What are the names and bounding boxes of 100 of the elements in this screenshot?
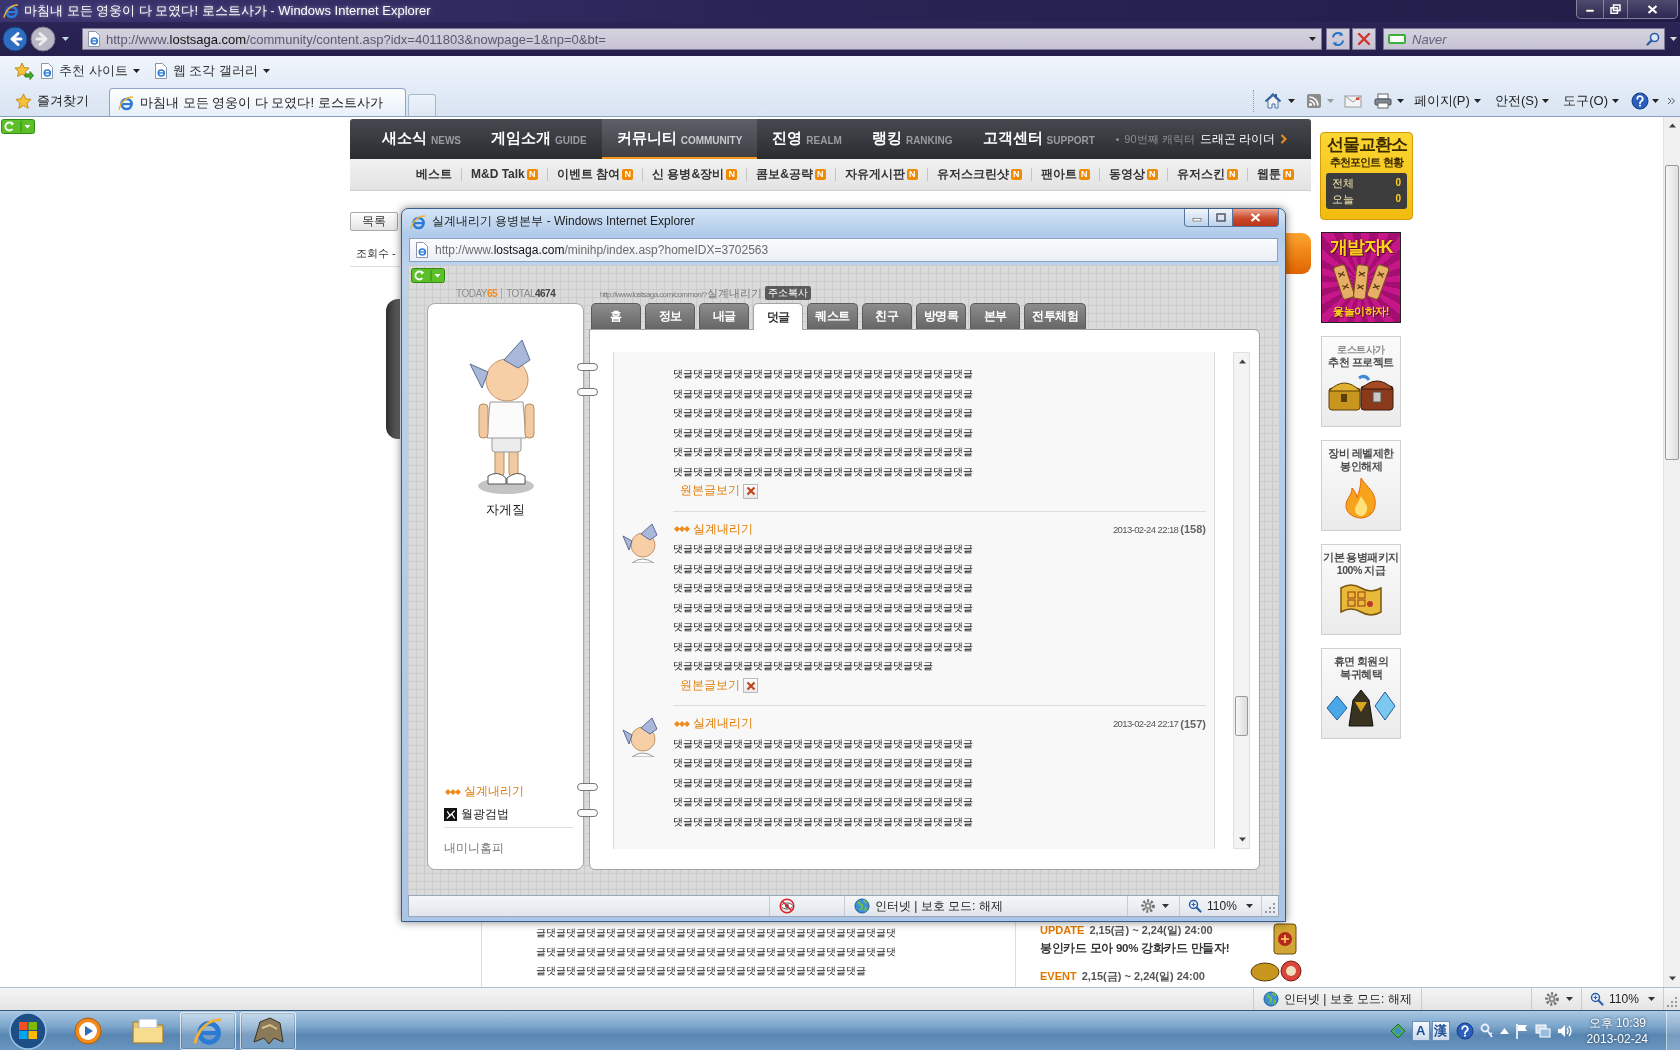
caret-icon[interactable] bbox=[1162, 904, 1169, 908]
start-button[interactable] bbox=[8, 1010, 48, 1050]
board-link[interactable]: 이벤트 참여 N bbox=[546, 168, 643, 181]
tab[interactable]: 본부 bbox=[970, 303, 1020, 329]
tab[interactable]: 내글 bbox=[699, 303, 749, 329]
maximize-button[interactable] bbox=[1209, 209, 1233, 227]
caret-icon[interactable] bbox=[1287, 99, 1295, 103]
resize-grip-icon[interactable] bbox=[1666, 996, 1678, 1008]
refresh-icon[interactable] bbox=[1, 119, 35, 134]
ad-banner[interactable]: 장비 레벨제한 봉인해제 bbox=[1321, 440, 1401, 531]
tab[interactable]: 덧글 bbox=[753, 303, 803, 330]
tab[interactable]: 전투체험 bbox=[1024, 303, 1086, 329]
caret-icon[interactable] bbox=[1246, 904, 1253, 908]
caret-icon[interactable] bbox=[62, 37, 69, 41]
nav-tab[interactable]: 게임소개 GUIDE bbox=[476, 119, 602, 159]
zoom-icon[interactable] bbox=[1188, 899, 1202, 913]
network-icon[interactable] bbox=[1534, 1022, 1551, 1039]
ad-banner[interactable]: 휴면 회원의 복귀혜택 bbox=[1321, 648, 1401, 739]
search-icon[interactable] bbox=[1646, 32, 1660, 46]
tab[interactable]: 친구 bbox=[861, 303, 912, 329]
caret-icon[interactable] bbox=[1396, 99, 1404, 103]
caret-icon[interactable] bbox=[1309, 37, 1316, 41]
tab[interactable]: 방명록 bbox=[915, 303, 966, 329]
favorites-button[interactable]: 즐겨찾기 bbox=[13, 90, 91, 112]
home-icon[interactable] bbox=[1263, 92, 1282, 110]
tab[interactable]: 정보 bbox=[645, 303, 695, 329]
zoom-icon[interactable] bbox=[1590, 992, 1604, 1006]
key-icon[interactable] bbox=[1479, 1022, 1494, 1039]
forward-button[interactable] bbox=[30, 26, 56, 52]
caret-icon[interactable] bbox=[262, 69, 270, 73]
nav-tab[interactable]: 고객센터 SUPPORT bbox=[967, 119, 1110, 159]
delete-button[interactable] bbox=[743, 678, 758, 694]
print-icon[interactable] bbox=[1373, 93, 1392, 109]
nav-tab[interactable]: 진영 REALM bbox=[757, 119, 857, 159]
nav-tab[interactable]: 랭킹 RANKING bbox=[856, 119, 968, 159]
nav-tab[interactable]: 커뮤니티 COMMUNITY bbox=[601, 119, 758, 159]
eye-slash-icon[interactable] bbox=[779, 898, 795, 914]
ad-banner[interactable]: 기본 용병패키지 100% 지급 bbox=[1321, 544, 1401, 635]
browser-tab[interactable]: 마침내 모든 영웅이 다 모였다! 로스트사가 bbox=[109, 88, 406, 116]
taskbar-button[interactable] bbox=[240, 1011, 296, 1050]
board-link[interactable]: 유저스크린샷 N bbox=[926, 168, 1031, 181]
menu-button[interactable]: 페이지(P) bbox=[1409, 90, 1485, 112]
gear-icon[interactable] bbox=[1544, 991, 1560, 1007]
star-arrow-icon[interactable] bbox=[14, 62, 34, 80]
board-link[interactable]: 신 용병&장비 N bbox=[642, 168, 747, 181]
caret-icon[interactable] bbox=[1648, 997, 1655, 1001]
ad-banner[interactable]: 개발자K 윷놀이하자! bbox=[1321, 232, 1401, 323]
board-link[interactable]: M&D Talk N bbox=[461, 168, 547, 181]
board-link[interactable]: 유저스킨 N bbox=[1166, 168, 1247, 181]
close-button[interactable] bbox=[1233, 209, 1279, 227]
menu-button[interactable]: 도구(O) bbox=[1559, 90, 1623, 112]
address-field[interactable]: http://www.lostsaga.com/minihp/index.asp?homeIDX=3702563 bbox=[409, 237, 1278, 262]
zoom-level[interactable]: 110% bbox=[1207, 899, 1237, 913]
tab[interactable]: 퀘스트 bbox=[807, 303, 858, 329]
scrollbar-thumb[interactable] bbox=[1235, 696, 1248, 736]
caret-icon[interactable] bbox=[1670, 37, 1677, 41]
favorites-link[interactable]: 웹 조각 갤러리 bbox=[150, 60, 273, 82]
my-home-link[interactable]: 내미니홈피 bbox=[444, 840, 573, 857]
chevron-icon[interactable] bbox=[1280, 134, 1287, 144]
caret-icon[interactable] bbox=[1652, 99, 1659, 103]
stop-button[interactable] bbox=[1352, 28, 1376, 50]
board-link[interactable]: 콤보&공략 N bbox=[746, 168, 835, 181]
board-link[interactable]: 베스트 bbox=[407, 168, 461, 181]
copy-button[interactable]: 주소복사 bbox=[764, 286, 811, 300]
favorites-link[interactable]: 추천 사이트 bbox=[37, 60, 143, 82]
feed-icon[interactable] bbox=[1305, 93, 1322, 109]
resize-grip-icon[interactable] bbox=[1264, 902, 1276, 914]
flag-icon[interactable] bbox=[1514, 1022, 1529, 1039]
back-button[interactable] bbox=[2, 26, 28, 52]
board-link[interactable]: 동영상 N bbox=[1098, 168, 1167, 181]
mail-icon[interactable] bbox=[1343, 94, 1362, 108]
restore-button[interactable] bbox=[1603, 0, 1627, 18]
scrollbar-thumb[interactable] bbox=[1665, 165, 1679, 460]
caret-icon[interactable] bbox=[1566, 997, 1573, 1001]
more-icon[interactable] bbox=[1667, 97, 1676, 105]
delete-button[interactable] bbox=[743, 483, 758, 499]
address-field[interactable]: http://www.lostsaga.com/community/content.asp?idx=4011803&nowpage=1&np=0&bt= bbox=[82, 28, 1322, 50]
nav-tab[interactable]: 새소식 NEWS bbox=[367, 119, 476, 159]
scrollbar[interactable] bbox=[1663, 117, 1680, 987]
refresh-icon[interactable] bbox=[411, 268, 445, 283]
caret-icon[interactable] bbox=[132, 69, 140, 73]
banner-edge[interactable] bbox=[1286, 233, 1311, 274]
tab[interactable]: 홈 bbox=[591, 303, 641, 329]
menu-button[interactable]: 안전(S) bbox=[1490, 90, 1554, 112]
caret-icon[interactable] bbox=[1612, 99, 1619, 103]
caret-icon[interactable] bbox=[1542, 99, 1550, 103]
search-field[interactable]: Naver bbox=[1383, 28, 1665, 50]
help-icon[interactable] bbox=[1455, 1021, 1474, 1040]
board-link[interactable]: 웹툰 N bbox=[1246, 168, 1303, 181]
taskbar-button[interactable] bbox=[180, 1011, 236, 1050]
minimize-button[interactable] bbox=[1577, 0, 1603, 18]
refresh-button[interactable] bbox=[1326, 28, 1350, 50]
zoom-level[interactable]: 110% bbox=[1609, 992, 1639, 1006]
ad-banner[interactable]: 로스트사가 추천 프로젝트 bbox=[1321, 336, 1401, 427]
board-link[interactable]: 자유게시판 N bbox=[834, 168, 927, 181]
help-icon[interactable] bbox=[1631, 92, 1649, 110]
board-link[interactable]: 팬아트 N bbox=[1030, 168, 1099, 181]
gear-icon[interactable] bbox=[1140, 898, 1156, 914]
ime-mode-button[interactable]: 漢 bbox=[1431, 1020, 1450, 1041]
caret-icon[interactable] bbox=[1473, 99, 1481, 103]
